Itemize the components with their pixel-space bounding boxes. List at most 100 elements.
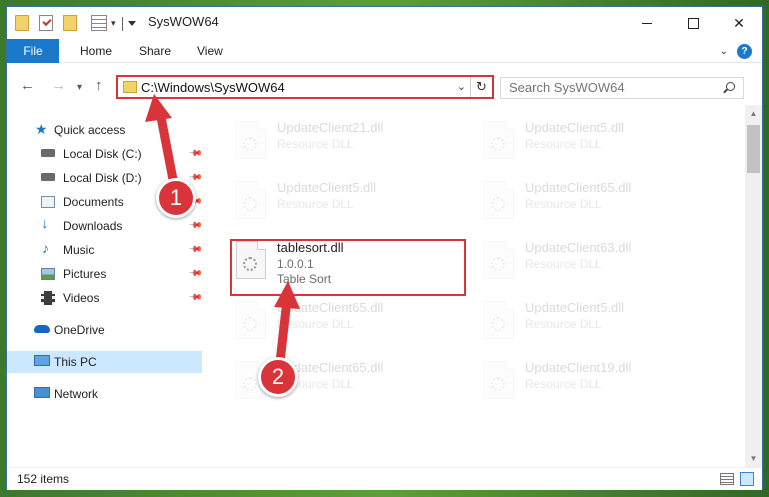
step-badge-2: 2 xyxy=(258,357,298,397)
file-description: Resource DLL xyxy=(525,197,602,211)
expand-ribbon-icon[interactable]: ⌄ xyxy=(720,46,728,57)
pin-icon[interactable]: 📌 xyxy=(188,218,203,234)
minimize-button[interactable] xyxy=(624,7,670,39)
network-icon xyxy=(34,387,50,398)
navigation-pane: ★ Quick access Local Disk (C:) 📌 Local D… xyxy=(7,105,207,467)
refresh-icon[interactable]: ↻ xyxy=(470,77,492,97)
file-item[interactable]: UpdateClient5.dll Resource DLL xyxy=(231,173,471,229)
search-box[interactable] xyxy=(500,77,744,99)
sidebar-item-pictures[interactable]: Pictures 📌 xyxy=(7,263,203,285)
forward-arrow-icon[interactable]: → xyxy=(51,77,66,94)
computer-icon xyxy=(34,355,50,366)
address-dropdown-icon[interactable]: ⌄ xyxy=(457,80,466,93)
tiles-view-icon[interactable] xyxy=(740,472,754,486)
back-arrow-icon[interactable]: ← xyxy=(20,77,35,94)
sidebar-item-quick-access[interactable]: ★ Quick access xyxy=(7,119,202,141)
file-description: Resource DLL xyxy=(525,137,602,151)
pin-icon[interactable]: 📌 xyxy=(188,146,203,162)
gear-icon xyxy=(491,197,505,211)
gear-icon xyxy=(243,377,257,391)
file-item[interactable]: UpdateClient5.dll Resource DLL xyxy=(479,293,719,349)
close-button[interactable]: ✕ xyxy=(716,7,762,39)
tab-view[interactable]: View xyxy=(197,44,223,58)
sidebar-item-this-pc[interactable]: This PC xyxy=(7,351,202,373)
file-name: UpdateClient21.dll xyxy=(277,120,384,135)
recent-locations-icon[interactable]: ▾ xyxy=(77,82,82,93)
file-name: UpdateClient65.dll xyxy=(277,300,384,315)
file-name: UpdateClient5.dll xyxy=(525,300,625,315)
sidebar-item-label: This PC xyxy=(54,355,97,369)
file-name: UpdateClient19.dll xyxy=(525,360,632,375)
sidebar-item-label: Pictures xyxy=(63,267,107,281)
file-description: Resource DLL xyxy=(525,377,602,391)
sidebar-item-label: Documents xyxy=(63,195,124,209)
dll-file-icon xyxy=(484,361,514,399)
address-path[interactable]: C:\Windows\SysWOW64 xyxy=(141,80,285,95)
properties-icon[interactable] xyxy=(91,15,107,31)
folder-icon[interactable] xyxy=(15,15,29,31)
sidebar-item-label: Local Disk (D:) xyxy=(63,171,142,185)
file-item[interactable]: UpdateClient65.dll Resource DLL xyxy=(479,173,719,229)
music-icon: ♪ xyxy=(42,240,49,256)
checkmark-properties-icon[interactable] xyxy=(39,15,53,31)
sidebar-item-label: Quick access xyxy=(54,123,126,137)
gear-icon xyxy=(491,257,505,271)
scroll-up-icon[interactable]: ▲ xyxy=(745,105,762,122)
tab-share[interactable]: Share xyxy=(139,44,171,58)
sidebar-item-music[interactable]: ♪ Music 📌 xyxy=(7,239,203,261)
scroll-down-icon[interactable]: ▼ xyxy=(745,450,762,467)
pin-icon[interactable]: 📌 xyxy=(188,242,203,258)
file-item[interactable]: UpdateClient65.dll Resource DLL xyxy=(231,293,471,349)
pin-icon[interactable]: 📌 xyxy=(188,290,203,306)
tab-file[interactable]: File xyxy=(7,39,59,63)
file-list: UpdateClient21.dll Resource DLL UpdateCl… xyxy=(209,105,742,467)
search-input[interactable] xyxy=(509,80,709,95)
file-description: Resource DLL xyxy=(525,257,602,271)
step-badge-1: 1 xyxy=(156,178,196,218)
maximize-button[interactable] xyxy=(670,7,716,39)
chevron-down-icon[interactable]: ▾ xyxy=(111,18,116,29)
gear-icon xyxy=(491,377,505,391)
sidebar-item-label: Local Disk (C:) xyxy=(63,147,142,161)
sidebar-item-local-disk-c[interactable]: Local Disk (C:) 📌 xyxy=(7,143,203,165)
sidebar-item-onedrive[interactable]: OneDrive xyxy=(7,319,202,341)
customize-toolbar-dropdown-icon[interactable] xyxy=(128,21,136,26)
sidebar-item-network[interactable]: Network xyxy=(7,383,202,405)
sidebar-item-downloads[interactable]: ↓ Downloads 📌 xyxy=(7,215,203,237)
dll-file-icon xyxy=(484,121,514,159)
file-item[interactable]: UpdateClient19.dll Resource DLL xyxy=(479,353,719,409)
file-name: UpdateClient5.dll xyxy=(277,180,377,195)
status-bar: 152 items xyxy=(7,467,762,490)
pictures-icon xyxy=(41,268,55,280)
search-icon[interactable] xyxy=(726,82,735,91)
explorer-window: ▾ SysWOW64 ✕ File Home Share View ⌄ ? ← … xyxy=(6,6,763,490)
star-icon: ★ xyxy=(35,121,48,137)
help-icon[interactable]: ? xyxy=(737,44,752,59)
vertical-scrollbar[interactable]: ▲ ▼ xyxy=(745,105,762,467)
file-description: Resource DLL xyxy=(525,317,602,331)
dll-file-icon xyxy=(236,181,266,219)
sidebar-item-videos[interactable]: Videos 📌 xyxy=(7,287,203,309)
up-arrow-icon[interactable]: ↑ xyxy=(95,77,103,94)
file-description: Resource DLL xyxy=(277,197,354,211)
dll-file-icon xyxy=(236,121,266,159)
item-count: 152 items xyxy=(17,472,70,486)
tab-home[interactable]: Home xyxy=(80,44,112,58)
details-view-icon[interactable] xyxy=(720,473,734,485)
address-bar[interactable]: C:\Windows\SysWOW64 ⌄ ↻ xyxy=(116,75,494,99)
navigation-bar: ← → ▾ ↑ C:\Windows\SysWOW64 ⌄ ↻ xyxy=(7,63,762,105)
pin-icon[interactable]: 📌 xyxy=(188,266,203,282)
title-bar: ▾ SysWOW64 ✕ xyxy=(7,7,762,39)
scroll-thumb[interactable] xyxy=(747,125,760,173)
file-item[interactable]: UpdateClient21.dll Resource DLL xyxy=(231,113,471,169)
window-title: SysWOW64 xyxy=(148,14,219,29)
new-folder-icon[interactable] xyxy=(63,15,77,31)
dll-file-icon xyxy=(484,241,514,279)
file-item[interactable]: UpdateClient5.dll Resource DLL xyxy=(479,113,719,169)
sidebar-item-label: Music xyxy=(63,243,95,257)
drive-icon xyxy=(41,149,55,157)
dll-file-icon xyxy=(484,301,514,339)
file-item[interactable]: UpdateClient63.dll Resource DLL xyxy=(479,233,719,289)
cloud-icon xyxy=(34,325,50,333)
gear-icon xyxy=(243,317,257,331)
